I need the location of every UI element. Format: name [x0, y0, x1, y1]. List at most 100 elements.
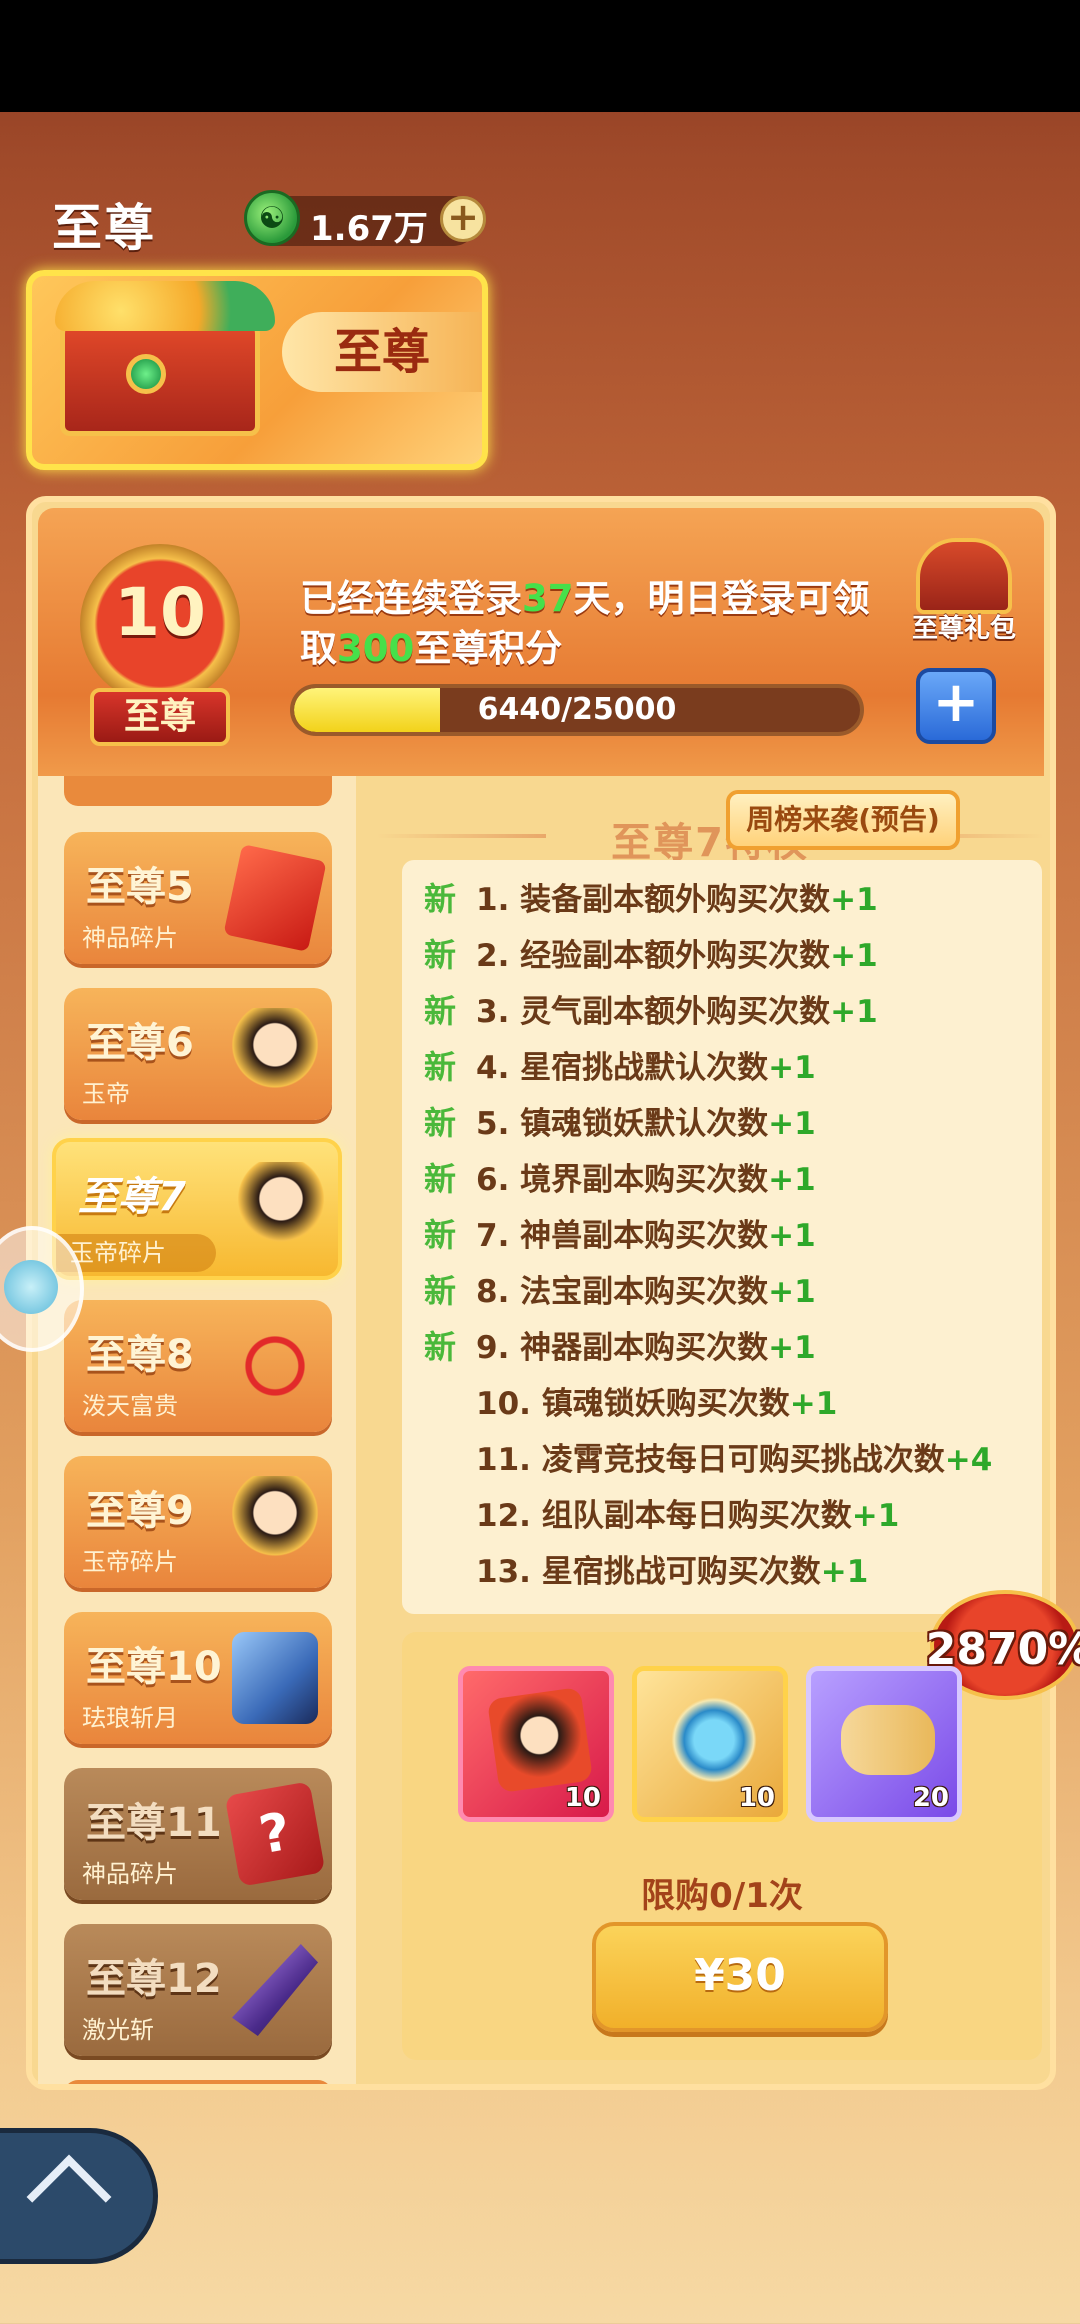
privilege-text: 5. 镇魂锁妖默认次数	[476, 1106, 769, 1142]
reward-item-moon-scroll[interactable]: 20	[806, 1666, 962, 1822]
privilege-list[interactable]: 新 1. 装备副本额外购买次数+1 新 2. 经验副本额外购买次数+1 新 3. 灵气副本…	[402, 860, 1042, 1614]
privilege-text: 10. 镇魂锁妖购买次数	[476, 1386, 790, 1422]
list-item-vip-5[interactable]: 至尊5 神品碎片	[64, 832, 332, 964]
privilege-row: 新 6. 境界副本购买次数+1	[424, 1154, 816, 1210]
privilege-text: 11. 凌霄竞技每日可购买挑战次数	[476, 1442, 945, 1478]
privilege-row: 新 7. 神兽副本购买次数+1	[424, 1210, 816, 1266]
privilege-area: 至尊7特权 周榜来袭(预告) 新 1. 装备副本额外购买次数+1 新 2. 经验副本额…	[376, 776, 1080, 2084]
list-item-vip-7[interactable]: 至尊7 玉帝碎片	[52, 1138, 342, 1280]
list-item-vip-6[interactable]: 至尊6 玉帝	[64, 988, 332, 1120]
login-days: 37	[522, 577, 574, 620]
new-badge: 新	[424, 1272, 457, 1310]
vip-level-badge: 10 至尊	[70, 534, 250, 754]
face-icon	[232, 1008, 318, 1100]
privilege-bonus: +1	[768, 1218, 816, 1254]
list-item-subtitle: 玉帝碎片	[82, 1548, 178, 1576]
privilege-row: 13. 星宿挑战可购买次数+1	[424, 1546, 868, 1602]
vip-level-list[interactable]: 至尊5 神品碎片 至尊6 玉帝 至尊7 玉帝碎片 至尊8 泼天富贵 至尊9 玉帝碎片 至尊10 珐琅斩…	[38, 776, 356, 2084]
reward-qty: 20	[912, 1783, 949, 1813]
moon-scroll-icon	[841, 1705, 935, 1775]
privilege-text: 7. 神兽副本购买次数	[476, 1218, 769, 1254]
list-item-vip-10[interactable]: 至尊10 珐琅斩月	[64, 1612, 332, 1744]
list-item-subtitle: 玉帝	[82, 1080, 130, 1108]
privilege-bonus: +1	[820, 1554, 869, 1590]
ring-icon	[232, 1320, 318, 1412]
new-badge: 新	[424, 880, 457, 918]
privilege-text: 1. 装备副本额外购买次数	[476, 882, 831, 918]
privilege-bonus: +4	[944, 1442, 993, 1478]
progress-text: 6440/25000	[477, 692, 677, 727]
privilege-text: 9. 神器副本购买次数	[476, 1330, 769, 1366]
list-item-title: 至尊11	[86, 1800, 222, 1846]
privilege-bonus: +1	[768, 1106, 816, 1142]
gem-icon	[126, 354, 166, 394]
privilege-text: 13. 星宿挑战可购买次数	[476, 1554, 821, 1590]
list-item-subtitle: 激光斩	[82, 2016, 154, 2044]
privilege-row: 新 1. 装备副本额外购买次数+1	[424, 874, 878, 930]
list-item-title: 至尊12	[86, 1956, 222, 2002]
armor-icon	[232, 1632, 318, 1724]
new-badge: 新	[424, 1216, 457, 1254]
list-item-title: 至尊5	[86, 864, 194, 910]
blade-icon	[232, 1944, 318, 2036]
tab-vip[interactable]: 至尊	[26, 270, 488, 470]
list-item-vip-8[interactable]: 至尊8 泼天富贵	[64, 1300, 332, 1432]
new-badge: 新	[424, 1328, 457, 1366]
list-item-vip-9[interactable]: 至尊9 玉帝碎片	[64, 1456, 332, 1588]
back-button[interactable]	[0, 2128, 158, 2264]
privilege-text: 8. 法宝副本购买次数	[476, 1274, 769, 1310]
privilege-row: 新 5. 镇魂锁妖默认次数+1	[424, 1098, 816, 1154]
face-icon	[232, 1476, 318, 1568]
privilege-row: 新 8. 法宝副本购买次数+1	[424, 1266, 816, 1322]
privilege-row: 新 2. 经验副本额外购买次数+1	[424, 930, 878, 986]
list-item-subtitle: 泼天富贵	[82, 1392, 178, 1420]
reward-item-orb-scroll[interactable]: 10	[632, 1666, 788, 1822]
list-item-subtitle: 神品碎片	[82, 1860, 178, 1888]
currency-value: 1.67万	[310, 209, 428, 249]
back-arrow-icon	[26, 2154, 112, 2240]
weekly-rank-tag[interactable]: 周榜来袭(预告)	[726, 790, 960, 850]
privilege-bonus: +1	[768, 1330, 816, 1366]
privilege-row: 11. 凌霄竞技每日可购买挑战次数+4	[424, 1434, 992, 1490]
add-points-button[interactable]: +	[916, 668, 996, 744]
login-points: 300	[337, 627, 415, 670]
reward-section: 2870% 10 10 20 限购0/1次 ¥30	[402, 1590, 1080, 2060]
privilege-bonus: +1	[768, 1162, 816, 1198]
list-item-peek	[64, 776, 332, 806]
currency-add-button[interactable]: +	[440, 196, 486, 242]
page-title: 至尊	[52, 199, 156, 257]
vip-panel: 10 至尊 已经连续登录37天，明日登录可领取300至尊积分 6440/2500…	[26, 496, 1080, 2090]
vip-progress-bar: 6440/25000	[290, 684, 864, 736]
privilege-bonus: +1	[830, 938, 878, 974]
list-item-vip-11[interactable]: 至尊11 神品碎片?	[64, 1768, 332, 1900]
list-item-title: 至尊8	[86, 1332, 194, 1378]
puzzle-q-icon: ?	[224, 1781, 326, 1887]
list-item-subtitle: 神品碎片	[82, 924, 178, 952]
list-item-title: 至尊6	[86, 1020, 194, 1066]
list-item-title: 至尊7	[78, 1174, 186, 1220]
privilege-row: 新 9. 神器副本购买次数+1	[424, 1322, 816, 1378]
privilege-bonus: +1	[830, 994, 878, 1030]
privilege-bonus: +1	[830, 882, 878, 918]
list-item-vip-12[interactable]: 至尊12 激光斩	[64, 1924, 332, 2056]
privilege-header: 至尊7特权 周榜来袭(预告)	[376, 790, 1044, 866]
privilege-text: 2. 经验副本额外购买次数	[476, 938, 831, 974]
jade-emperor-shard-icon	[486, 1686, 594, 1794]
privilege-bonus: +1	[789, 1386, 838, 1422]
privilege-text: 12. 组队副本每日购买次数	[476, 1498, 852, 1534]
buy-button[interactable]: ¥30	[592, 1922, 888, 2032]
new-badge: 新	[424, 1104, 457, 1142]
purchase-limit-text: 限购0/1次	[641, 1876, 803, 1916]
face-icon	[238, 1162, 324, 1254]
reward-qty: 10	[564, 1783, 601, 1813]
reward-qty: 10	[738, 1783, 775, 1813]
privilege-row: 新 3. 灵气副本额外购买次数+1	[424, 986, 878, 1042]
vip-status-section: 10 至尊 已经连续登录37天，明日登录可领取300至尊积分 6440/2500…	[38, 508, 1044, 776]
tab-vip-label: 至尊	[282, 312, 482, 392]
login-streak-text: 已经连续登录37天，明日登录可领取300至尊积分	[300, 577, 870, 670]
privilege-bonus: +1	[768, 1274, 816, 1310]
jade-dragon-icon: ☯	[244, 190, 300, 246]
vip-gift-pack-button[interactable]: 至尊礼包	[894, 524, 1034, 654]
reward-item-shard[interactable]: 10	[458, 1666, 614, 1822]
list-item-subtitle: 珐琅斩月	[82, 1704, 178, 1732]
